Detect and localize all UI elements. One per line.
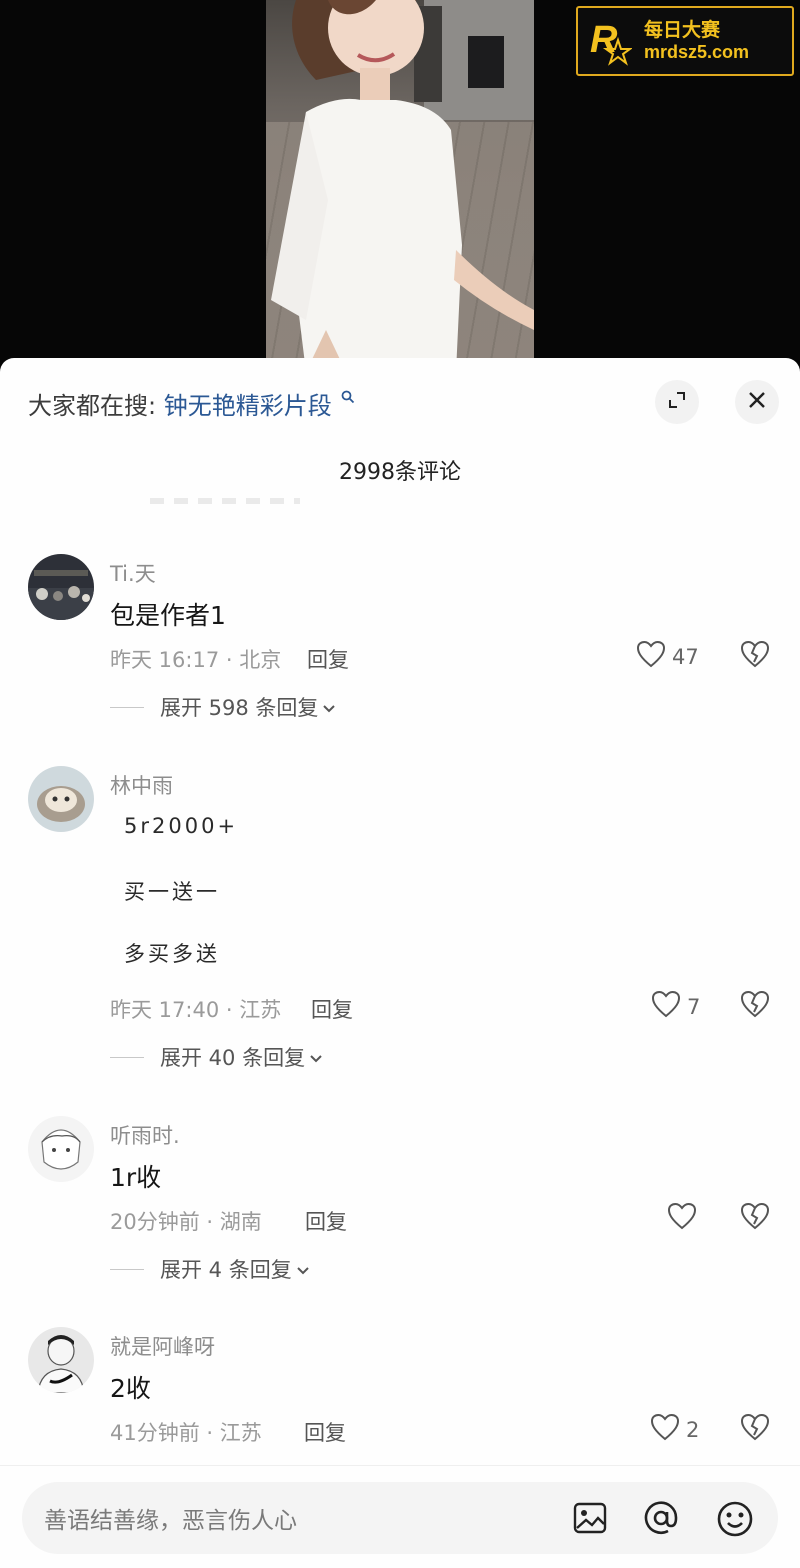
comment-text: 1r收 xyxy=(110,1163,162,1192)
expand-replies-label: 展开 598 条回复 xyxy=(160,696,319,720)
like-button[interactable]: 2 xyxy=(650,1413,699,1446)
watermark-url: mrdsz5.com xyxy=(644,41,750,62)
broken-heart-icon xyxy=(740,1202,770,1234)
expand-replies-label: 展开 4 条回复 xyxy=(160,1258,292,1282)
comment-location: 江苏 xyxy=(219,1421,262,1445)
expand-button[interactable] xyxy=(655,380,699,424)
image-icon xyxy=(572,1502,608,1540)
emoji-icon xyxy=(716,1501,754,1542)
heart-icon xyxy=(650,1413,680,1446)
at-icon xyxy=(643,1501,679,1540)
comment-count: 2998条评论 xyxy=(339,460,461,485)
comment-location: 湖南 xyxy=(219,1210,262,1234)
expand-replies-button[interactable]: 展开 4 条回复 xyxy=(110,1254,310,1284)
broken-heart-icon xyxy=(740,990,770,1022)
mention-button[interactable] xyxy=(643,1500,679,1540)
dislike-button[interactable] xyxy=(740,1413,770,1445)
like-count: 47 xyxy=(672,644,699,669)
watermark-logo: R 每日大赛 mrdsz5.com xyxy=(576,6,794,76)
video-subject-image xyxy=(271,0,534,372)
like-count: 7 xyxy=(687,994,701,1019)
comment-time: 昨天 16:17 xyxy=(110,648,220,672)
comment-text-line: 多买多送 xyxy=(124,942,220,966)
broken-heart-icon xyxy=(740,640,770,672)
avatar[interactable] xyxy=(28,1327,94,1393)
comment-meta: 昨天 16:17 · 北京 xyxy=(110,648,282,672)
video-frame[interactable] xyxy=(266,0,534,372)
like-button[interactable]: 47 xyxy=(636,640,699,673)
chevron-down-icon xyxy=(322,695,336,719)
reply-button[interactable]: 回复 xyxy=(307,644,349,674)
comment-text-line: 5r2000+ xyxy=(124,814,239,838)
comment-location: 北京 xyxy=(239,648,282,672)
search-prefix: 大家都在搜: xyxy=(28,392,157,420)
close-button[interactable] xyxy=(735,380,779,424)
comment-username[interactable]: 就是阿峰呀 xyxy=(110,1331,215,1361)
heart-icon xyxy=(636,640,666,673)
like-count: 2 xyxy=(686,1417,700,1442)
comment-text: 包是作者1 xyxy=(110,601,226,630)
chevron-down-icon xyxy=(296,1257,310,1281)
expand-replies-label: 展开 40 条回复 xyxy=(160,1046,306,1070)
heart-icon xyxy=(667,1202,697,1235)
comment-username[interactable]: Ti.天 xyxy=(110,558,156,588)
like-button[interactable] xyxy=(667,1202,703,1235)
comment-time: 20分钟前 xyxy=(110,1210,200,1234)
input-divider xyxy=(0,1465,800,1466)
broken-heart-icon xyxy=(740,1413,770,1445)
comment-time: 41分钟前 xyxy=(110,1421,200,1445)
avatar[interactable] xyxy=(28,554,94,620)
faded-divider xyxy=(150,498,300,504)
comment-username[interactable]: 听雨时. xyxy=(110,1120,180,1150)
dislike-button[interactable] xyxy=(740,990,770,1022)
comment-meta: 20分钟前 · 湖南 xyxy=(110,1210,262,1234)
emoji-button[interactable] xyxy=(716,1500,754,1542)
reply-button[interactable]: 回复 xyxy=(305,1206,347,1236)
watermark-cn: 每日大赛 xyxy=(644,19,721,42)
comment-text-line: 买一送一 xyxy=(124,880,220,904)
reply-button[interactable]: 回复 xyxy=(311,994,353,1024)
search-icon xyxy=(341,382,355,410)
comment-meta: 昨天 17:40 · 江苏 xyxy=(110,998,282,1022)
like-button[interactable]: 7 xyxy=(651,990,700,1023)
image-button[interactable] xyxy=(572,1500,608,1540)
comment-location: 江苏 xyxy=(239,998,282,1022)
comment-text: 2收 xyxy=(110,1374,151,1403)
comment-username[interactable]: 林中雨 xyxy=(110,770,173,800)
comment-panel: 大家都在搜: 钟无艳精彩片段 2998条评论 Ti.天 包是作者1 昨天 16:… xyxy=(0,358,800,1568)
search-suggestion[interactable]: 大家都在搜: 钟无艳精彩片段 xyxy=(28,386,355,421)
dislike-button[interactable] xyxy=(740,640,770,672)
expand-replies-button[interactable]: 展开 40 条回复 xyxy=(110,1042,323,1072)
avatar[interactable] xyxy=(28,766,94,832)
comment-time: 昨天 17:40 xyxy=(110,998,220,1022)
reply-button[interactable]: 回复 xyxy=(304,1417,346,1447)
search-query-link[interactable]: 钟无艳精彩片段 xyxy=(164,392,332,420)
avatar[interactable] xyxy=(28,1116,94,1182)
chevron-down-icon xyxy=(309,1045,323,1069)
heart-icon xyxy=(651,990,681,1023)
close-icon xyxy=(747,390,767,414)
expand-replies-button[interactable]: 展开 598 条回复 xyxy=(110,692,336,722)
comment-meta: 41分钟前 · 江苏 xyxy=(110,1421,262,1445)
dislike-button[interactable] xyxy=(740,1202,770,1234)
watermark-r-star-icon: R xyxy=(588,16,634,66)
expand-icon xyxy=(667,390,687,414)
